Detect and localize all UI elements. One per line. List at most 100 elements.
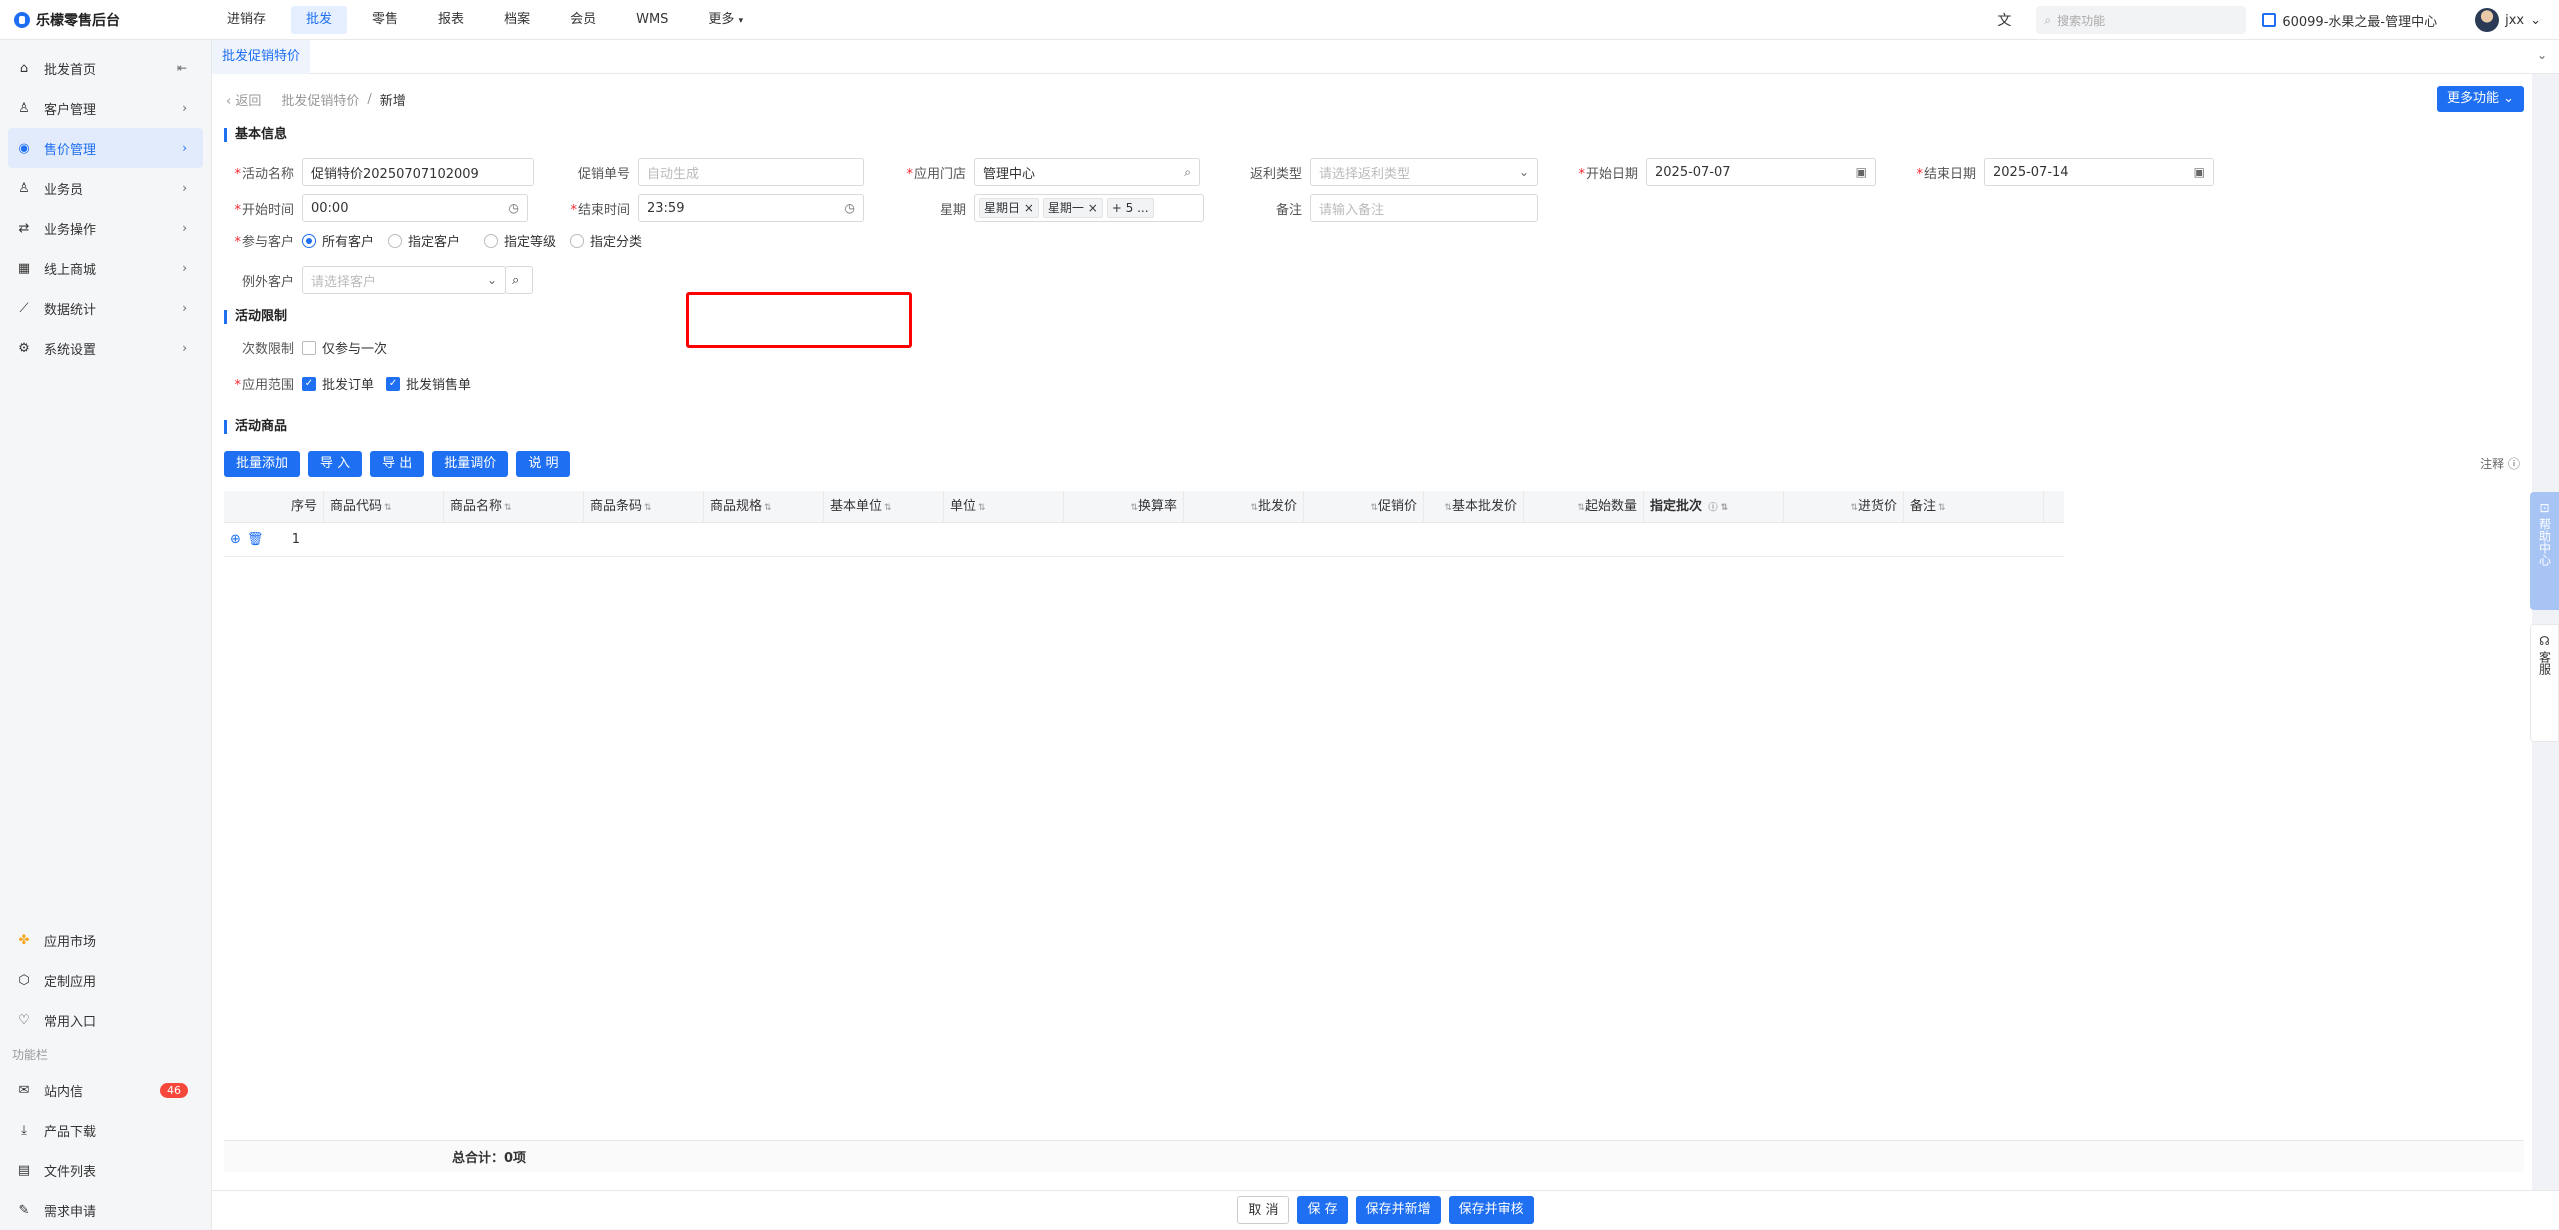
sidebar-item-favorites[interactable]: ♡ 常用入口 (0, 1000, 212, 1040)
col-code[interactable]: 商品代码 ⇅ (324, 490, 444, 523)
service-label: 客服 (2537, 651, 2552, 675)
nav-item-retail[interactable]: 零售 (357, 6, 413, 34)
help-circle-icon: ⓘ (2507, 457, 2520, 471)
nav-item-member[interactable]: 会员 (555, 6, 611, 34)
rebate-type-select[interactable]: 请选择返利类型 ⌄ (1310, 158, 1538, 186)
save-and-approve-button[interactable]: 保存并审核 (1448, 1196, 1534, 1224)
chevron-down-icon[interactable]: ⌄ (2537, 48, 2547, 62)
sidebar-item-custom-app[interactable]: ⬡ 定制应用 (0, 960, 212, 1000)
back-link[interactable]: ‹ 返回 (226, 90, 261, 109)
nav-item-wms[interactable]: WMS (621, 6, 683, 34)
col-remark[interactable]: 备注 ⇅ (1904, 490, 2044, 523)
headset-icon: ☊ (2539, 634, 2550, 648)
price-icon: ◉ (18, 140, 30, 156)
field-label: 促销单号 (577, 166, 630, 182)
user-menu[interactable]: jxx ⌄ (2475, 8, 2541, 32)
section-basic-info: 基本信息 (224, 128, 287, 142)
sidebar-item-downloads[interactable]: ⤓ 产品下载 (0, 1110, 212, 1150)
save-and-new-button[interactable]: 保存并新增 (1355, 1196, 1441, 1224)
end-time-input[interactable]: 23:59 ◷ (638, 194, 864, 222)
radio-specific-level[interactable]: 指定等级 (484, 231, 556, 250)
sidebar-item-label: 应用市场 (44, 934, 97, 950)
sidebar-item-operations[interactable]: ⇄ 业务操作 › (0, 208, 211, 248)
translate-icon[interactable]: 文 (1994, 10, 2014, 30)
sidebar-item-pricing[interactable]: ◉ 售价管理 › (8, 128, 203, 168)
radio-all-customers[interactable]: 所有客户 (302, 231, 374, 250)
col-index: 序号 (224, 490, 324, 523)
store-switcher[interactable]: 60099-水果之最-管理中心 (2262, 11, 2437, 30)
sidebar-item-online-mall[interactable]: ▦ 线上商城 › (0, 248, 211, 288)
field-customers: *参与客户 所有客户 指定客户 指定等级 指定分类 (212, 231, 656, 250)
sidebar-item-app-market[interactable]: ✤ 应用市场 (0, 920, 212, 960)
col-name[interactable]: 商品名称 ⇅ (444, 490, 584, 523)
app-logo[interactable]: 乐檬零售后台 (0, 10, 212, 30)
field-store: *应用门店 管理中心 ⌕ (884, 158, 1200, 186)
chevron-down-icon: ⌄ (2503, 91, 2514, 106)
add-row-icon[interactable]: ⊕ (230, 532, 241, 547)
breadcrumb-parent[interactable]: 批发促销特价 (281, 90, 359, 109)
field-label: 次数限制 (241, 342, 294, 357)
more-functions-label: 更多功能 (2446, 91, 2499, 106)
col-spec[interactable]: 商品规格 ⇅ (704, 490, 824, 523)
search-icon[interactable]: ⌕ (1184, 165, 1191, 180)
help-center-tab[interactable]: ⊡ 帮助中心 (2530, 492, 2559, 610)
user-name: jxx (2505, 12, 2525, 28)
tab-promo-price[interactable]: 批发促销特价 (212, 39, 311, 74)
sidebar-item-requests[interactable]: ✎ 需求申请 (0, 1190, 212, 1230)
radio-specific-customers[interactable]: 指定客户 (388, 231, 460, 250)
col-batch[interactable]: 指定批次 ⓘ ⇅ (1644, 490, 1784, 523)
field-label: 返利类型 (1249, 166, 1302, 182)
field-label: *结束时间 (570, 202, 630, 218)
col-promo-price[interactable]: ⇅促销价 (1304, 490, 1424, 523)
checkbox-once-only[interactable]: 仅参与一次 (302, 338, 387, 357)
batch-adjust-button[interactable]: 批量调价 (432, 451, 509, 477)
activity-name-input[interactable]: 促销特价20250707102009 (302, 158, 534, 186)
batch-add-button[interactable]: 批量添加 (224, 451, 301, 477)
store-select[interactable]: 管理中心 ⌕ (974, 158, 1200, 186)
goods-table-header: 序号 商品代码 ⇅ 商品名称 ⇅ 商品条码 ⇅ 商品规格 ⇅ 基本单位 ⇅ 单位 ⇅ ⇅换算… (224, 490, 2064, 523)
nav-item-more[interactable]: 更多 ▾ (693, 6, 758, 34)
nav-item-archive[interactable]: 档案 (489, 6, 545, 34)
search-icon[interactable]: ⌕ (505, 266, 533, 294)
sidebar-item-statistics[interactable]: ⟋ 数据统计 › (0, 288, 211, 328)
delete-row-icon[interactable]: 🗑 (247, 532, 264, 547)
sidebar-item-home[interactable]: ⌂ 批发首页 ⇤ (0, 48, 211, 88)
weekday-select[interactable]: 星期日 × 星期一 × + 5 ... (974, 194, 1204, 222)
sidebar-item-customers[interactable]: ♙ 客户管理 › (0, 88, 211, 128)
checkbox-wholesale-order[interactable]: ✓ 批发订单 (302, 374, 374, 393)
customer-service-tab[interactable]: ☊ 客服 (2530, 624, 2559, 742)
more-functions-button[interactable]: 更多功能 ⌄ (2436, 86, 2524, 112)
col-base-wholesale-price[interactable]: ⇅基本批发价 (1424, 490, 1524, 523)
checkbox-box: ✓ (386, 376, 401, 391)
cancel-button[interactable]: 取 消 (1237, 1196, 1290, 1224)
help-button[interactable]: 说 明 (516, 451, 571, 477)
sidebar-item-files[interactable]: ▤ 文件列表 (0, 1150, 212, 1190)
search-input[interactable]: ⌕ 搜索功能 (2036, 6, 2247, 34)
save-button[interactable]: 保 存 (1297, 1196, 1348, 1224)
checkbox-wholesale-sales[interactable]: ✓ 批发销售单 (386, 374, 471, 393)
export-button[interactable]: 导 出 (370, 451, 425, 477)
sidebar-item-salesman[interactable]: ♙ 业务员 › (0, 168, 211, 208)
except-customer-select[interactable]: 请选择客户 ⌄ (302, 266, 506, 294)
collapse-icon[interactable]: ⇤ (177, 61, 187, 75)
note-link[interactable]: 注释 ⓘ (2480, 455, 2520, 472)
import-button[interactable]: 导 入 (308, 451, 363, 477)
sidebar-item-settings[interactable]: ⚙ 系统设置 › (0, 328, 211, 368)
col-barcode[interactable]: 商品条码 ⇅ (584, 490, 704, 523)
nav-item-reports[interactable]: 报表 (423, 6, 479, 34)
start-date-input[interactable]: 2025-07-07 ▣ (1646, 158, 1876, 186)
start-time-input[interactable]: 00:00 ◷ (302, 194, 528, 222)
radio-specific-category[interactable]: 指定分类 (570, 231, 642, 250)
col-base-unit[interactable]: 基本单位 ⇅ (824, 490, 944, 523)
col-cost-price[interactable]: ⇅进货价 (1784, 490, 1904, 523)
nav-item-inventory[interactable]: 进销存 (212, 6, 281, 34)
sidebar-item-messages[interactable]: ✉ 站内信 46 (0, 1070, 212, 1110)
col-start-qty[interactable]: ⇅起始数量 (1524, 490, 1644, 523)
col-wholesale-price[interactable]: ⇅批发价 (1184, 490, 1304, 523)
col-unit[interactable]: 单位 ⇅ (944, 490, 1064, 523)
remark-input[interactable]: 请输入备注 (1310, 194, 1538, 222)
nav-item-wholesale[interactable]: 批发 (291, 5, 348, 34)
end-date-input[interactable]: 2025-07-14 ▣ (1984, 158, 2214, 186)
promo-no-input[interactable]: 自动生成 (638, 158, 864, 186)
col-rate[interactable]: ⇅换算率 (1064, 490, 1184, 523)
